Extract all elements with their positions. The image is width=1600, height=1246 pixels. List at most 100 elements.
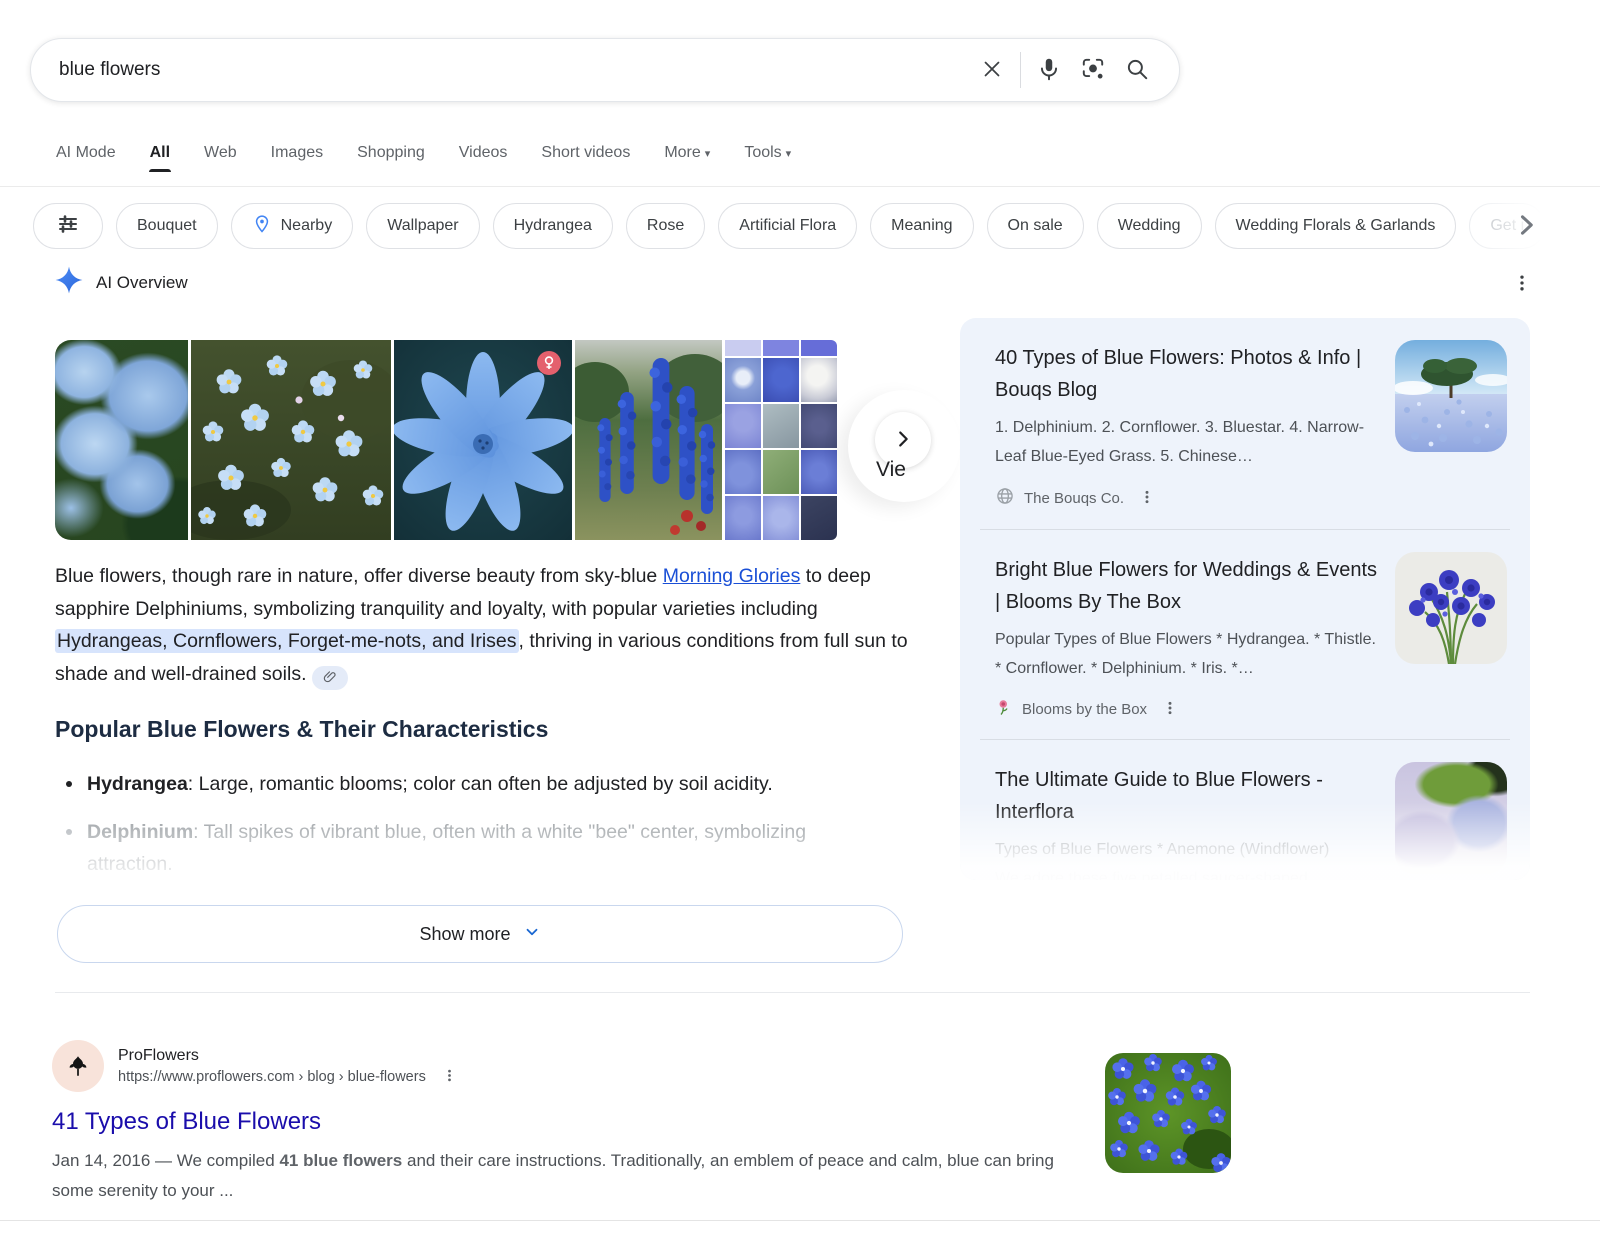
tab-shopping[interactable]: Shopping [357,140,425,178]
chip-nearby-label: Nearby [281,217,333,235]
source-row: The Bouqs Co. [995,486,1507,511]
ai-overview-bottom-divider [55,992,1530,993]
microphone-icon [1036,56,1062,85]
card-menu-button[interactable] [1139,489,1155,508]
result-menu-button[interactable] [442,1068,457,1086]
result-header[interactable]: ProFlowers https://www.proflowers.com › … [52,1040,1152,1092]
chevron-right-icon [892,428,914,453]
source-card-snippet: Types of Blue Flowers * Anemone (Windflo… [995,835,1385,864]
kebab-menu-icon [1139,489,1155,508]
result-site-block: ProFlowers https://www.proflowers.com › … [118,1047,457,1086]
collage-tile [763,496,799,540]
search-bar [30,38,1180,102]
ai-image-carousel [55,340,837,540]
clear-search-button[interactable] [970,48,1014,92]
source-card-title[interactable]: 40 Types of Blue Flowers: Photos & Info … [995,342,1385,406]
tab-tools-label: Tools [744,144,781,161]
result-thumbnail[interactable] [1105,1053,1231,1173]
tab-web[interactable]: Web [204,140,237,178]
source-name: Blooms by the Box [1022,701,1147,718]
chip-hydrangea[interactable]: Hydrangea [493,203,613,249]
source-card-blooms[interactable]: Bright Blue Flowers for Weddings & Event… [960,530,1530,739]
collage-tile [725,450,761,494]
citation-link-button[interactable] [312,666,348,690]
searchbar-divider [1020,52,1021,88]
chip-nearby[interactable]: Nearby [231,203,354,249]
tab-images[interactable]: Images [271,140,323,178]
collage-tile [801,496,837,540]
tab-ai-mode[interactable]: AI Mode [56,140,116,178]
chip-wedding-florals[interactable]: Wedding Florals & Garlands [1215,203,1457,249]
filter-chips-row: Bouquet Nearby Wallpaper Hydrangea Rose … [33,202,1600,250]
list-item-delphinium: Delphinium: Tall spikes of vibrant blue,… [60,816,920,880]
collage-tile [763,404,799,448]
source-card-snippet: 1. Delphinium. 2. Cornflower. 3. Bluesta… [995,413,1385,471]
tab-tools[interactable]: Tools ▾ [744,140,791,178]
ai-overview-header: AI Overview [55,266,188,299]
search-submit-button[interactable] [1115,48,1159,92]
globe-icon [995,486,1015,511]
chevron-down-icon [523,923,541,946]
collage-tile [725,404,761,448]
tab-videos[interactable]: Videos [459,140,508,178]
camera-lens-icon [1080,56,1106,85]
collage-tile [801,450,837,494]
chevron-down-icon: ▾ [786,148,792,160]
search-input[interactable] [59,59,970,81]
list-item-hydrangea: Hydrangea: Large, romantic blooms; color… [60,768,920,800]
carousel-image-forget-me-nots[interactable] [191,340,391,540]
ai-sparkle-icon [55,266,83,299]
chip-wallpaper[interactable]: Wallpaper [366,203,479,249]
tab-all[interactable]: All [150,140,170,178]
tab-more[interactable]: More▾ [664,140,710,178]
source-card-thumbnail[interactable] [1395,762,1507,874]
result-site-name: ProFlowers [118,1047,457,1065]
source-row: Blooms by the Box [995,698,1507,721]
proflowers-favicon [52,1040,104,1092]
chip-bouquet[interactable]: Bouquet [116,203,218,249]
filters-tune-button[interactable] [33,203,103,249]
ai-overview-menu-button[interactable] [1504,266,1540,302]
card-menu-button[interactable] [1162,700,1178,719]
carousel-view-all-label[interactable]: Vie [876,458,906,482]
lens-search-button[interactable] [1071,48,1115,92]
source-card-interflora[interactable]: The Ultimate Guide to Blue Flowers - Int… [960,740,1530,880]
chips-scroll-right-button[interactable] [1506,206,1546,246]
chip-on-sale[interactable]: On sale [987,203,1084,249]
snippet-text: Jan 14, 2016 — We compiled [52,1151,279,1170]
result-snippet: Jan 14, 2016 — We compiled 41 blue flowe… [52,1146,1082,1206]
chevron-down-icon: ▾ [705,148,711,160]
characteristics-list: Hydrangea: Large, romantic blooms; color… [60,768,920,896]
chip-artificial-flora[interactable]: Artificial Flora [718,203,857,249]
chip-wedding[interactable]: Wedding [1097,203,1202,249]
chip-rose[interactable]: Rose [626,203,705,249]
ai-overview-label: AI Overview [96,273,188,293]
chevron-right-icon [1512,211,1540,242]
result-title-link[interactable]: 41 Types of Blue Flowers [52,1108,321,1136]
collage-tile [725,496,761,540]
show-more-button[interactable]: Show more [57,905,903,963]
voice-search-button[interactable] [1027,48,1071,92]
source-card-thumbnail[interactable] [1395,340,1507,452]
source-card-title[interactable]: The Ultimate Guide to Blue Flowers - Int… [995,764,1385,828]
organic-result-proflowers: ProFlowers https://www.proflowers.com › … [52,1040,1152,1206]
tab-short-videos[interactable]: Short videos [541,140,630,178]
snippet-bold-text: 41 blue flowers [279,1151,402,1170]
source-card-thumbnail[interactable] [1395,552,1507,664]
carousel-image-blue-flower[interactable] [394,340,572,540]
highlighted-phrase[interactable]: Hydrangeas, Cornflowers, Forget-me-nots,… [55,629,519,653]
source-card-bouqs[interactable]: 40 Types of Blue Flowers: Photos & Info … [960,318,1530,529]
carousel-image-hydrangea[interactable] [55,340,188,540]
chip-meaning[interactable]: Meaning [870,203,973,249]
source-name: The Bouqs Co. [1024,490,1124,507]
source-card-title[interactable]: Bright Blue Flowers for Weddings & Event… [995,554,1385,618]
result-url: https://www.proflowers.com › blog › blue… [118,1069,426,1085]
page-bottom-divider [0,1220,1600,1221]
paperclip-icon [323,670,337,687]
kebab-menu-icon [442,1068,457,1086]
collage-tile [801,358,837,402]
collage-tile [763,358,799,402]
carousel-image-collage[interactable] [725,340,837,540]
morning-glories-link[interactable]: Morning Glories [663,565,801,587]
carousel-image-delphiniums[interactable] [575,340,722,540]
